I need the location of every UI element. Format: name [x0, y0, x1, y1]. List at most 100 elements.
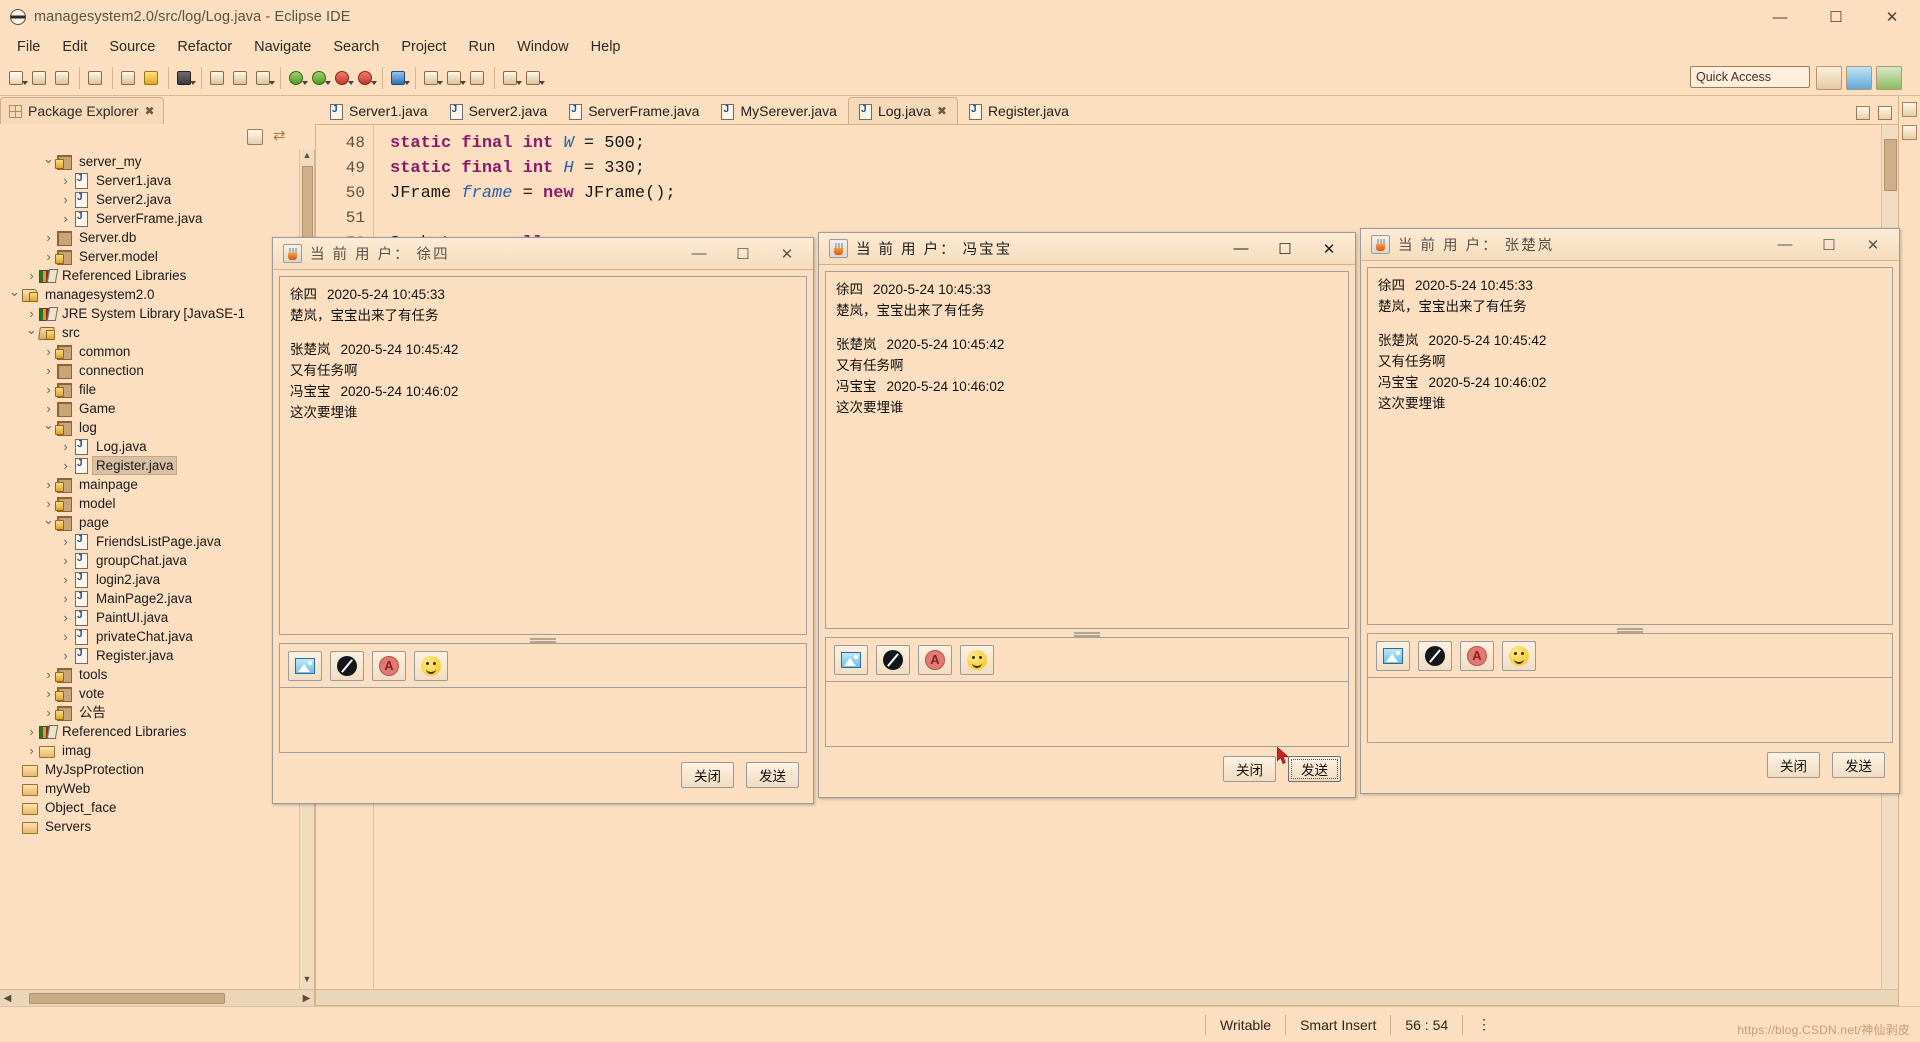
chevron-right-icon[interactable]	[59, 553, 72, 568]
chevron-right-icon[interactable]	[59, 629, 72, 644]
outline-icon[interactable]	[1902, 102, 1917, 117]
package-explorer-tab[interactable]: Package Explorer ✖	[0, 97, 164, 124]
tree-item[interactable]: Referenced Libraries	[0, 266, 314, 285]
message-list[interactable]: 徐四 2020-5-24 10:45:33 楚岚，宝宝出来了有任务 张楚岚 2020-5…	[1367, 267, 1893, 625]
task-list-icon[interactable]	[1902, 125, 1917, 140]
tree-item[interactable]: Server2.java	[0, 190, 314, 209]
message-list[interactable]: 徐四 2020-5-24 10:45:33 楚岚，宝宝出来了有任务 张楚岚 2020-5…	[825, 271, 1349, 629]
maximize-view-icon[interactable]	[1878, 106, 1892, 120]
chat-tool-smiley[interactable]	[414, 650, 448, 681]
scroll-down-icon[interactable]: ▼	[300, 974, 314, 989]
chevron-right-icon[interactable]	[42, 686, 55, 701]
chat-window-zhang[interactable]: 当 前 用 户： 张楚岚 — ☐ ✕ 徐四 2020-5-24 10:45:33 楚岚，宝宝…	[1360, 228, 1900, 794]
chevron-down-icon[interactable]	[25, 325, 38, 341]
message-input[interactable]	[279, 687, 807, 753]
editor-tab-server1[interactable]: Server1.java	[319, 97, 439, 124]
new-class-button[interactable]	[253, 66, 275, 90]
tree-item[interactable]: src	[0, 323, 314, 342]
menu-run[interactable]: Run	[457, 37, 506, 57]
chat-tool-font-a[interactable]: A	[918, 644, 952, 675]
chevron-right-icon[interactable]	[59, 610, 72, 625]
chevron-right-icon[interactable]	[42, 667, 55, 682]
tree-item[interactable]: managesystem2.0	[0, 285, 314, 304]
chat-minimize-button[interactable]: —	[677, 239, 721, 269]
editor-tab-log[interactable]: Log.java ✖	[847, 97, 958, 124]
chat-window-titlebar[interactable]: 当 前 用 户： 张楚岚 — ☐ ✕	[1361, 229, 1899, 261]
tree-item[interactable]: Log.java	[0, 437, 314, 456]
editor-horizontal-scrollbar[interactable]	[316, 989, 1898, 1005]
split-pane-divider[interactable]	[1367, 625, 1893, 633]
editor-tab-register[interactable]: Register.java	[958, 97, 1080, 124]
chat-window-feng[interactable]: 当 前 用 户： 冯宝宝 — ☐ ✕ 徐四 2020-5-24 10:45:33 楚岚，宝宝…	[818, 232, 1356, 798]
menu-window[interactable]: Window	[506, 37, 580, 57]
profile-button[interactable]	[355, 66, 377, 90]
tree-item[interactable]: myWeb	[0, 779, 314, 798]
message-list[interactable]: 徐四 2020-5-24 10:45:33 楚岚，宝宝出来了有任务 张楚岚 2020-5…	[279, 276, 807, 635]
message-input[interactable]	[1367, 677, 1893, 743]
maximize-button[interactable]: ☐	[1808, 0, 1864, 34]
split-pane-divider[interactable]	[825, 629, 1349, 637]
menu-edit[interactable]: Edit	[51, 37, 98, 57]
chevron-right-icon[interactable]	[42, 230, 55, 245]
chevron-right-icon[interactable]	[59, 648, 72, 663]
chevron-right-icon[interactable]	[59, 192, 72, 207]
last-edit-location-button[interactable]	[467, 66, 489, 90]
chevron-right-icon[interactable]	[59, 173, 72, 188]
chat-tool-slash-circle[interactable]	[330, 650, 364, 681]
quick-access-input[interactable]: Quick Access	[1690, 66, 1810, 88]
collapse-all-icon[interactable]	[247, 129, 263, 145]
chevron-right-icon[interactable]	[42, 401, 55, 416]
chevron-down-icon[interactable]	[42, 515, 55, 531]
chevron-right-icon[interactable]	[25, 306, 38, 321]
tree-item[interactable]: page	[0, 513, 314, 532]
tree-item[interactable]: file	[0, 380, 314, 399]
menu-refactor[interactable]: Refactor	[166, 37, 243, 57]
perspective-java-button[interactable]	[1846, 66, 1872, 90]
chevron-right-icon[interactable]	[59, 439, 72, 454]
search-button[interactable]	[141, 66, 163, 90]
chat-window-titlebar[interactable]: 当 前 用 户： 冯宝宝 — ☐ ✕	[819, 233, 1355, 265]
scroll-thumb-horizontal[interactable]	[29, 992, 225, 1004]
tree-item[interactable]: ServerFrame.java	[0, 209, 314, 228]
minimize-view-icon[interactable]	[1856, 106, 1870, 120]
tree-item[interactable]: MyJspProtection	[0, 760, 314, 779]
chat-window-xusi[interactable]: 当 前 用 户： 徐四 — ☐ ✕ 徐四 2020-5-24 10:45:33 楚岚，宝宝出…	[272, 237, 814, 804]
chevron-right-icon[interactable]	[42, 496, 55, 511]
chevron-right-icon[interactable]	[25, 724, 38, 739]
chat-close-action-button[interactable]: 关闭	[681, 762, 734, 788]
chat-tool-smiley[interactable]	[960, 644, 994, 675]
message-input[interactable]	[825, 681, 1349, 747]
next-annotation-button[interactable]	[444, 66, 466, 90]
menu-file[interactable]: File	[6, 37, 51, 57]
editor-tab-serverframe[interactable]: ServerFrame.java	[558, 97, 710, 124]
tree-item[interactable]: privateChat.java	[0, 627, 314, 646]
chat-tool-image[interactable]	[1376, 640, 1410, 671]
tree-item[interactable]: model	[0, 494, 314, 513]
chat-send-button[interactable]: 发送	[746, 762, 799, 788]
save-button[interactable]	[29, 66, 51, 90]
scroll-right-icon[interactable]: ▶	[299, 993, 314, 1004]
chevron-right-icon[interactable]	[42, 363, 55, 378]
scroll-left-icon[interactable]: ◀	[0, 993, 15, 1004]
tree-item[interactable]: Referenced Libraries	[0, 722, 314, 741]
tree-item[interactable]: Register.java	[0, 456, 314, 475]
menu-search[interactable]: Search	[322, 37, 390, 57]
tree-item[interactable]: PaintUI.java	[0, 608, 314, 627]
tree-item[interactable]: FriendsListPage.java	[0, 532, 314, 551]
open-type-button[interactable]	[118, 66, 140, 90]
chevron-down-icon[interactable]	[42, 154, 55, 170]
coverage-button[interactable]	[309, 66, 331, 90]
chevron-right-icon[interactable]	[25, 268, 38, 283]
forward-button[interactable]	[523, 66, 545, 90]
new-button[interactable]	[6, 66, 28, 90]
tree-item[interactable]: common	[0, 342, 314, 361]
scroll-thumb[interactable]	[1884, 139, 1897, 191]
chat-send-button[interactable]: 发送	[1832, 752, 1885, 778]
external-tools-button[interactable]	[388, 66, 410, 90]
chevron-right-icon[interactable]	[42, 344, 55, 359]
tree-item[interactable]: Server1.java	[0, 171, 314, 190]
chat-tool-slash-circle[interactable]	[1418, 640, 1452, 671]
chevron-down-icon[interactable]	[42, 420, 55, 436]
chat-close-button[interactable]: ✕	[765, 239, 809, 269]
tree-item[interactable]: imag	[0, 741, 314, 760]
